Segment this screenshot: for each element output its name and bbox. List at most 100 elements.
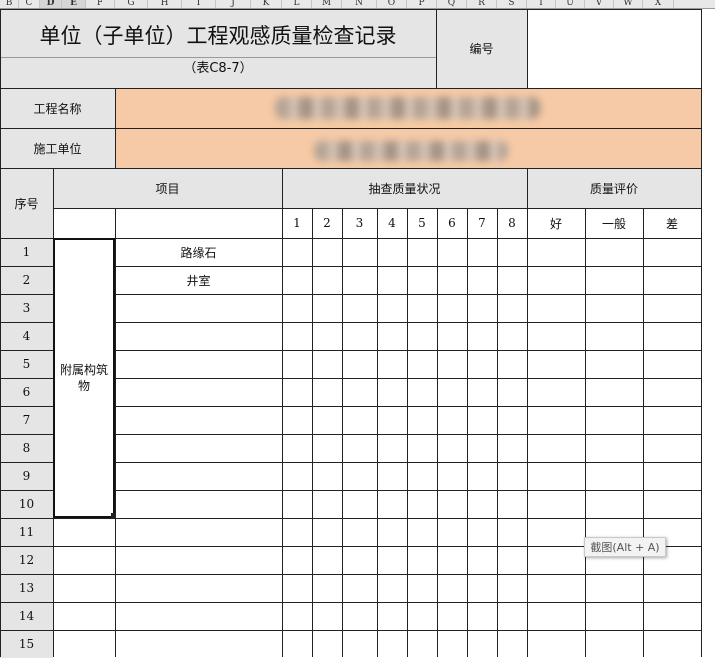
grid-line <box>115 266 701 267</box>
column-header-f[interactable]: F <box>86 0 115 8</box>
grid-line <box>0 128 701 129</box>
inspection-point-2: 2 <box>323 216 331 230</box>
column-header-g[interactable]: G <box>115 0 148 8</box>
spreadsheet-grid[interactable]: 单位（子单位）工程观感质量检查记录 （表C8-7） 编号 工程名称 施工单位 序… <box>0 9 702 658</box>
grid-line <box>527 168 528 657</box>
inspection-point-3: 3 <box>355 216 364 230</box>
row-item[interactable] <box>115 378 282 406</box>
row-item[interactable] <box>115 294 282 322</box>
row-seq: 13 <box>0 574 53 602</box>
grid-line <box>436 9 437 88</box>
column-header-v[interactable]: V <box>585 0 614 8</box>
column-header-s[interactable]: S <box>497 0 527 8</box>
row-item[interactable] <box>115 322 282 350</box>
grid-line <box>0 518 53 519</box>
row-item[interactable] <box>115 490 282 518</box>
row-item[interactable] <box>115 434 282 462</box>
construction-unit-label: 施工单位 <box>0 128 115 168</box>
grid-line <box>0 9 1 657</box>
grid-line <box>585 208 586 657</box>
column-header-k[interactable]: K <box>251 0 282 8</box>
row-item[interactable] <box>115 630 282 658</box>
grid-line <box>115 208 116 657</box>
grid-line <box>115 602 701 603</box>
grid-line <box>0 546 53 547</box>
row-seq: 14 <box>0 602 53 630</box>
column-header-q[interactable]: Q <box>437 0 467 8</box>
row-item[interactable] <box>115 350 282 378</box>
column-header-t[interactable]: T <box>527 0 556 8</box>
row-item[interactable] <box>115 546 282 574</box>
column-header-j[interactable]: J <box>216 0 251 8</box>
grid-line <box>342 208 343 657</box>
row-seq: 11 <box>0 518 53 546</box>
column-header-w[interactable]: W <box>614 0 643 8</box>
column-header-p[interactable]: P <box>407 0 437 8</box>
column-header-r[interactable]: R <box>467 0 497 8</box>
grid-line <box>0 378 53 379</box>
column-header-u[interactable]: U <box>556 0 585 8</box>
grid-line <box>497 208 498 657</box>
column-header-e[interactable]: E <box>62 0 86 8</box>
column-header-i[interactable]: I <box>182 0 216 8</box>
column-header-bar: BCDEFGHIJKLMNOPQRSTUVWX <box>0 0 715 9</box>
row-seq: 2 <box>0 266 53 294</box>
grid-line <box>0 88 701 89</box>
row-seq: 3 <box>0 294 53 322</box>
grid-line <box>53 518 115 519</box>
seq-header: 序号 <box>0 168 53 238</box>
column-header-b[interactable]: B <box>0 0 19 8</box>
grid-line <box>115 350 701 351</box>
evaluation-level-2: 一般 <box>601 216 626 231</box>
column-header-m[interactable]: M <box>312 0 342 8</box>
column-header-o[interactable]: O <box>377 0 407 8</box>
redacted-project-name <box>275 97 540 119</box>
row-item[interactable] <box>115 602 282 630</box>
grid-line <box>115 88 116 168</box>
grid-line <box>312 208 313 657</box>
grid-line <box>0 168 701 169</box>
grid-line <box>0 57 436 58</box>
column-header-x[interactable]: X <box>643 0 674 8</box>
row-item[interactable] <box>115 518 282 546</box>
project-name-label: 工程名称 <box>0 88 115 128</box>
grid-line <box>53 574 115 575</box>
row-item[interactable] <box>115 574 282 602</box>
grid-line <box>0 490 53 491</box>
column-header-h[interactable]: H <box>148 0 182 8</box>
grid-line <box>0 9 701 10</box>
grid-line <box>0 630 53 631</box>
row-item[interactable] <box>115 406 282 434</box>
grid-line <box>282 168 283 657</box>
column-header-c[interactable]: C <box>19 0 40 8</box>
fill-handle[interactable] <box>111 513 116 518</box>
grid-line <box>0 574 53 575</box>
grid-line <box>115 630 701 631</box>
grid-line <box>527 9 528 88</box>
grid-line <box>53 546 115 547</box>
column-header-d[interactable]: D <box>40 0 62 8</box>
row-item[interactable]: 路缘石 <box>115 238 282 266</box>
redacted-construction-unit <box>314 141 508 161</box>
number-value-cell[interactable] <box>527 9 701 88</box>
grid-line <box>115 406 701 407</box>
grid-line <box>53 630 115 631</box>
grid-line <box>0 266 53 267</box>
row-seq: 10 <box>0 490 53 518</box>
grid-line <box>701 9 702 657</box>
grid-line <box>0 350 53 351</box>
column-header-l[interactable]: L <box>282 0 312 8</box>
row-item[interactable]: 井室 <box>115 266 282 294</box>
grid-line <box>115 490 701 491</box>
grid-line <box>377 208 378 657</box>
row-seq: 8 <box>0 434 53 462</box>
grid-line <box>115 294 701 295</box>
evaluation-level-3: 差 <box>665 216 678 231</box>
grid-line <box>115 518 701 519</box>
row-seq: 15 <box>0 630 53 658</box>
row-item[interactable] <box>115 462 282 490</box>
row-seq: 6 <box>0 378 53 406</box>
column-header-n[interactable]: N <box>342 0 377 8</box>
grid-line <box>0 294 53 295</box>
row-seq: 7 <box>0 406 53 434</box>
